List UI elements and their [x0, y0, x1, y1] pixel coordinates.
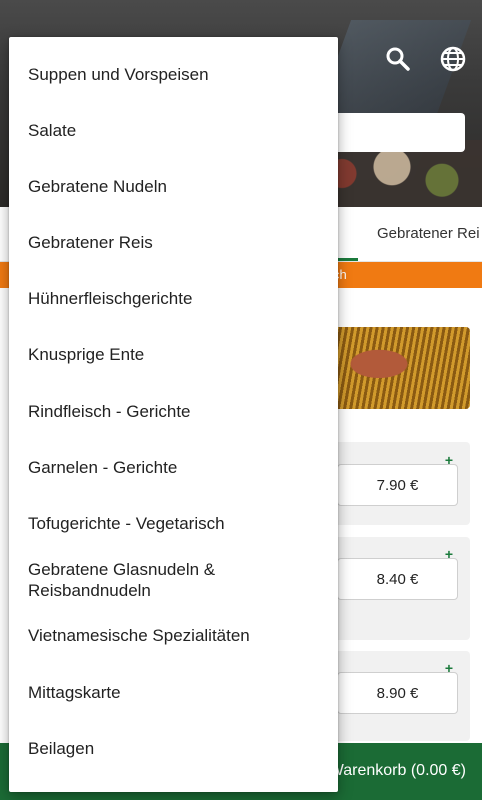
category-dropdown-menu: Suppen und Vorspeisen Salate Gebratene N…	[9, 37, 338, 792]
search-input[interactable]	[330, 113, 465, 152]
menu-item-tofu[interactable]: Tofugerichte - Vegetarisch	[28, 513, 328, 534]
cart-label: Warenkorb (0.00 €)	[328, 762, 466, 779]
menu-item-glasnudeln[interactable]: Gebratene Glasnudeln & Reisbandnudeln	[28, 559, 328, 601]
menu-item-salate[interactable]: Salate	[28, 120, 328, 141]
plus-icon: +	[444, 546, 453, 562]
menu-item-mittagskarte[interactable]: Mittagskarte	[28, 682, 328, 703]
menu-item-beilagen[interactable]: Beilagen	[28, 738, 328, 759]
tab-gebratener-reis[interactable]: Gebratener Rei	[377, 225, 480, 242]
search-icon[interactable]	[383, 44, 413, 74]
dish-price: 7.90 €	[376, 477, 419, 494]
globe-icon[interactable]	[438, 44, 468, 74]
menu-item-gebratener-reis[interactable]: Gebratener Reis	[28, 232, 328, 253]
add-to-cart-button[interactable]: + 8.40 €	[337, 547, 458, 600]
menu-item-suppen[interactable]: Suppen und Vorspeisen	[28, 64, 328, 85]
menu-item-garnelen[interactable]: Garnelen - Gerichte	[28, 457, 328, 478]
add-to-cart-button[interactable]: + 7.90 €	[337, 453, 458, 506]
menu-item-knusprige-ente[interactable]: Knusprige Ente	[28, 344, 328, 365]
dish-price: 8.40 €	[376, 571, 419, 588]
plus-icon: +	[444, 660, 453, 676]
plus-icon: +	[444, 452, 453, 468]
menu-item-huehnerfleisch[interactable]: Hühnerfleischgerichte	[28, 288, 328, 309]
menu-item-vietnamesisch[interactable]: Vietnamesische Spezialitäten	[28, 625, 328, 646]
add-to-cart-button[interactable]: + 8.90 €	[337, 661, 458, 714]
menu-item-gebratene-nudeln[interactable]: Gebratene Nudeln	[28, 176, 328, 197]
dish-price: 8.90 €	[376, 685, 419, 702]
menu-item-rindfleisch[interactable]: Rindfleisch - Gerichte	[28, 401, 328, 422]
dish-image	[330, 327, 470, 409]
